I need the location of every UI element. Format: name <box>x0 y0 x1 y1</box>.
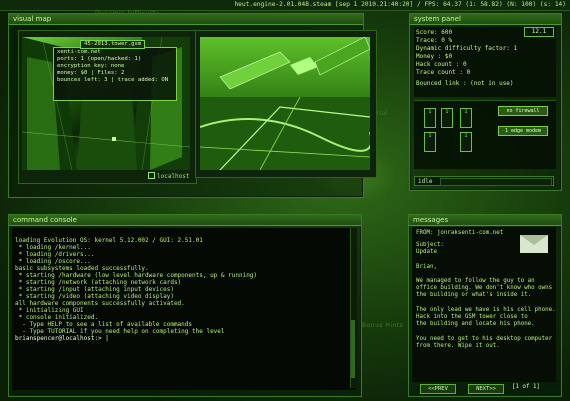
bounced-link: Bounced link : (not in use) <box>416 80 514 87</box>
trace-value: Trace: 0 % <box>416 37 453 44</box>
localhost-label: localhost <box>157 173 190 180</box>
console-output[interactable]: loading Evolution OS: kernel 5.12.002 / … <box>12 228 356 390</box>
console-prompt[interactable]: brianspencer@localhost:> | <box>15 335 109 342</box>
console-line: * loading /drivers... <box>15 251 95 258</box>
satellite-terrain-graphic <box>200 37 370 170</box>
satellite-icon <box>219 37 370 90</box>
console-line: loading Evolution OS: kernel 5.12.002 / … <box>15 237 203 244</box>
watermark-label: Bonus Hints <box>362 322 404 329</box>
message-subject: Update <box>416 249 437 255</box>
console-line: * loading /oscore... <box>15 258 91 265</box>
envelope-icon <box>520 235 548 253</box>
console-line: * console initialized. <box>15 314 99 321</box>
checkbox-icon <box>148 172 155 179</box>
target-info-line: bounces left: 3 | trace added: ON <box>57 77 169 83</box>
message-body-line: the building or what's inside it. <box>416 292 532 298</box>
trace-count: Trace count : 0 <box>416 69 471 76</box>
next-message-button[interactable]: NEXT>> <box>468 384 504 394</box>
console-line: * loading /kernel... <box>15 244 91 251</box>
target-info-header: 45-2013.tower.gsm <box>80 40 146 49</box>
message-from: FROM: jonraksenti-com.net <box>416 230 504 236</box>
console-line: all hardware components successfully act… <box>15 300 185 307</box>
activity-status-text: idle <box>418 178 433 185</box>
console-line: * starting /video (attaching video displ… <box>15 293 174 300</box>
message-body-line: office building. We don't know who owns <box>416 285 553 291</box>
message-body-line: from there. Wipe it out. <box>416 343 500 349</box>
money-value: Money : $0 <box>416 53 453 60</box>
hack-count: Hack count : 0 <box>416 61 467 68</box>
version-badge: 12.1 <box>524 27 554 37</box>
prev-message-button[interactable]: <<PREV <box>420 384 456 394</box>
engine-status-text: heut.engine-2.01.048.steam [sep 1 2010.2… <box>234 1 566 8</box>
console-line: - Type HELP to see a list of available c… <box>15 321 193 328</box>
engine-status-bar: heut.engine-2.01.048.steam [sep 1 2010.2… <box>0 0 570 11</box>
satellite-camera-view[interactable] <box>200 37 370 170</box>
visual-map-title: visual map <box>9 14 363 25</box>
console-line: * starting /input (attaching input devic… <box>15 286 174 293</box>
console-line: basic subsystems loaded successfully. <box>15 265 149 272</box>
hardware-slot[interactable]: 1 <box>460 108 472 128</box>
message-body-line: You need to get to his desktop computer <box>416 336 553 342</box>
message-body-line: Brian, <box>416 264 437 270</box>
message-page-indicator: [1 of 1] <box>512 384 540 390</box>
console-line: * starting /hardware (low level hardware… <box>15 272 258 279</box>
difficulty-factor: Dynamic difficulty factor: 1 <box>416 45 518 52</box>
target-info-line: xenti-com.net <box>57 49 101 55</box>
target-info-line: encryption key: none <box>57 63 125 69</box>
hardware-slot[interactable]: 1 <box>424 132 436 152</box>
hardware-slot[interactable]: 1 <box>441 108 453 128</box>
message-body-line: the building and locate his phone. <box>416 321 535 327</box>
localhost-toggle[interactable]: localhost <box>148 172 190 180</box>
firewall-button[interactable]: no firewall <box>498 106 548 116</box>
console-line: * initializing GUI <box>15 307 84 314</box>
modem-button[interactable]: 1 edge modem <box>498 126 548 136</box>
console-line: - Type TUTORIAL if you need help on comp… <box>15 328 225 335</box>
command-console-title: command console <box>9 215 361 226</box>
score-value: Score: 600 <box>416 29 453 36</box>
target-info-box[interactable]: 45-2013.tower.gsm xenti-com.net ports: 1… <box>53 40 177 101</box>
message-subject-label: Subject: <box>416 242 444 248</box>
message-body-line: We managed to follow the guy to an <box>416 278 535 284</box>
console-scrollbar-thumb[interactable] <box>351 320 355 378</box>
hardware-slot[interactable]: 1 <box>424 108 436 128</box>
target-info-line: ports: 1 (open/hacked: 1) <box>57 56 142 62</box>
console-line: * starting /network (attaching network c… <box>15 279 182 286</box>
message-body-line: The only lead we have is his cell phone. <box>416 307 556 313</box>
hardware-slot[interactable]: 1 <box>460 132 472 152</box>
target-info-line: money: $0 | Files: 2 <box>57 70 125 76</box>
activity-progress-bar <box>440 178 552 186</box>
system-panel-title: system panel <box>410 14 561 25</box>
messages-title: messages <box>409 215 561 226</box>
message-body-line: Hack into the GSM tower close to <box>416 314 528 320</box>
